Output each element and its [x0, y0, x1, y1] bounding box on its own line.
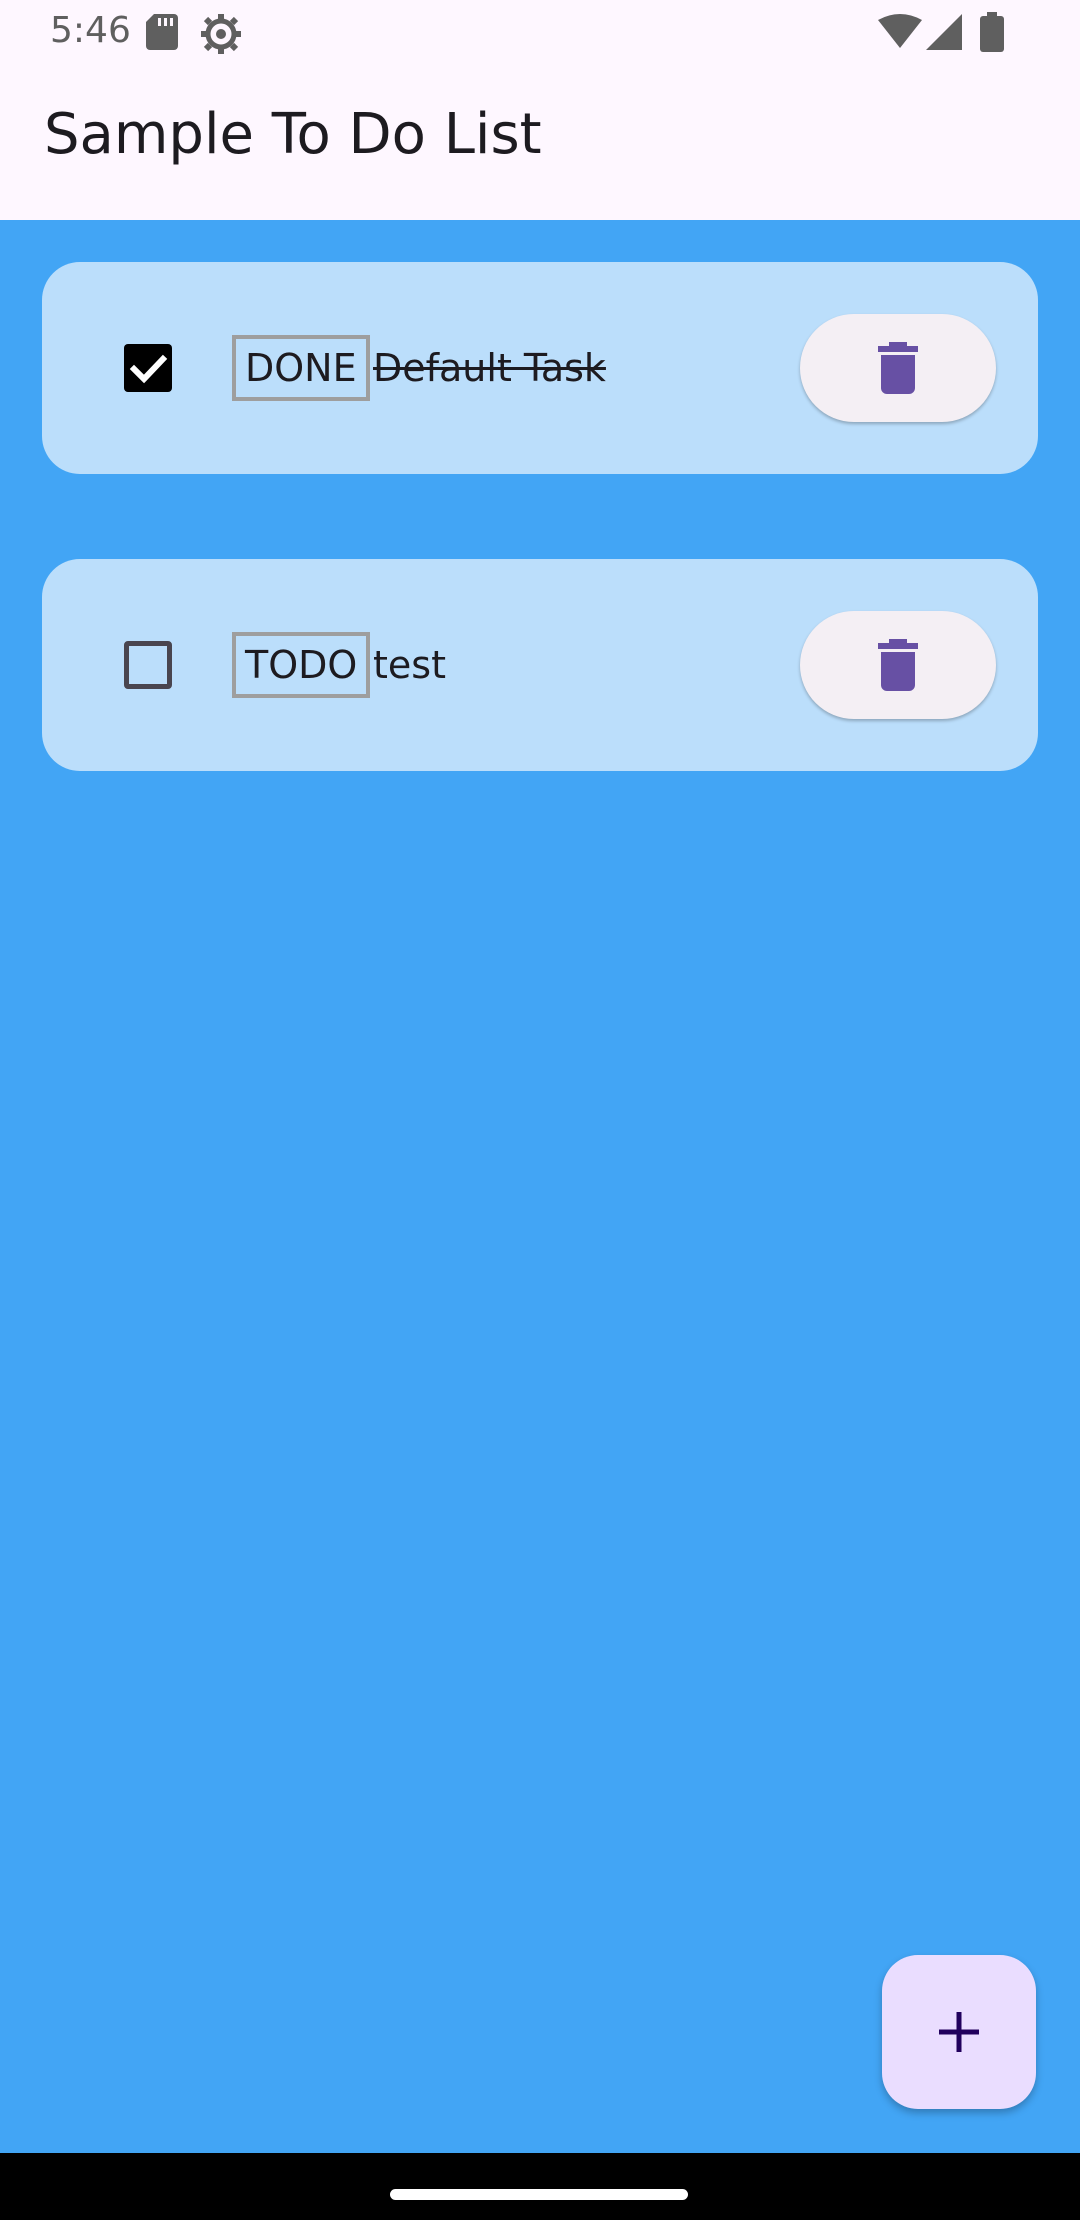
- check-icon: [129, 354, 168, 384]
- delete-task-button[interactable]: [800, 611, 996, 719]
- page-title: Sample To Do List: [44, 102, 542, 167]
- sd-card-icon: [146, 14, 178, 50]
- app-screen: 5:46 Sample To Do List DONE Default Task…: [0, 0, 1080, 2220]
- trash-icon: [878, 639, 918, 691]
- task-name: Default Task: [373, 346, 606, 390]
- add-task-button[interactable]: [882, 1955, 1036, 2109]
- task-checkbox[interactable]: [124, 641, 172, 689]
- plus-icon: [939, 2012, 979, 2052]
- wifi-icon: [878, 14, 922, 50]
- delete-task-button[interactable]: [800, 314, 996, 422]
- app-bar: Sample To Do List: [0, 66, 1080, 220]
- task-card: DONE Default Task: [42, 262, 1038, 474]
- signal-icon: [926, 14, 962, 50]
- status-bar: 5:46: [0, 0, 1080, 66]
- task-checkbox[interactable]: [124, 344, 172, 392]
- task-name: test: [373, 643, 446, 687]
- status-badge: TODO: [232, 632, 371, 698]
- task-card: TODO test: [42, 559, 1038, 771]
- battery-icon: [980, 12, 1004, 52]
- trash-icon: [878, 342, 918, 394]
- home-gesture-handle[interactable]: [390, 2189, 688, 2200]
- status-time: 5:46: [50, 10, 131, 51]
- navigation-bar: [0, 2153, 1080, 2220]
- status-badge: DONE: [232, 335, 370, 401]
- gear-icon: [200, 13, 242, 55]
